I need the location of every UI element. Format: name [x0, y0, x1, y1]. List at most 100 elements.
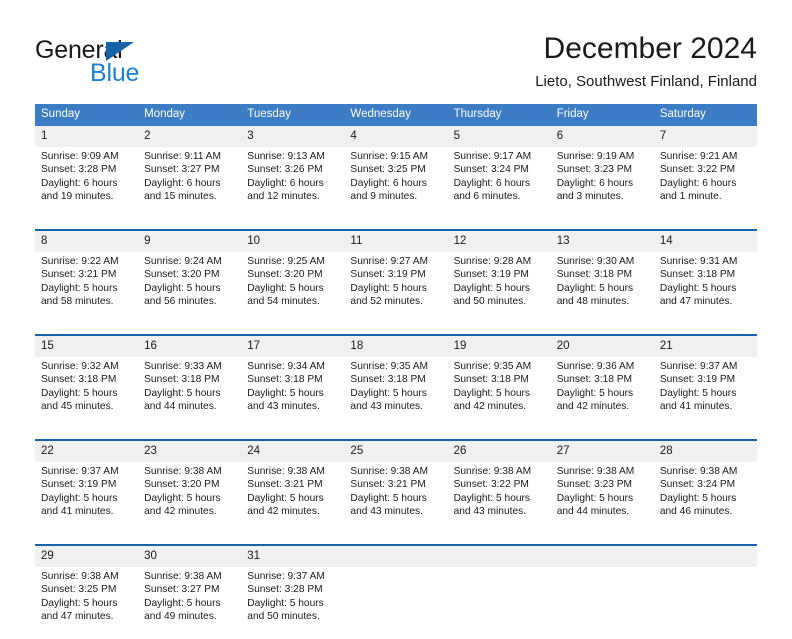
- week-spacer: [35, 534, 757, 544]
- sunrise-text: Sunrise: 9:22 AM: [41, 256, 119, 267]
- day-number[interactable]: 26: [447, 441, 551, 462]
- sunset-text: Sunset: 3:19 PM: [453, 269, 529, 281]
- day-number[interactable]: 15: [35, 336, 139, 357]
- day-number[interactable]: 1: [35, 126, 139, 147]
- day-cell[interactable]: Sunrise: 9:11 AM Sunset: 3:27 PM Dayligh…: [138, 147, 242, 219]
- daylight-text: Daylight: 5 hours and 43 minutes.: [350, 492, 427, 518]
- weekday-header-thursday: Thursday: [447, 104, 551, 126]
- sunset-text: Sunset: 3:23 PM: [556, 164, 633, 176]
- day-number[interactable]: 2: [138, 126, 242, 147]
- day-cell[interactable]: Sunrise: 9:21 AM Sunset: 3:22 PM Dayligh…: [653, 147, 757, 219]
- day-cell[interactable]: Sunrise: 9:19 AM Sunset: 3:23 PM Dayligh…: [550, 147, 654, 219]
- day-number[interactable]: 20: [550, 336, 654, 357]
- day-number[interactable]: 27: [550, 441, 654, 462]
- sunset-text: Sunset: 3:20 PM: [247, 269, 323, 281]
- day-cell[interactable]: Sunrise: 9:09 AM Sunset: 3:28 PM Dayligh…: [35, 147, 139, 219]
- day-number[interactable]: 31: [241, 546, 345, 567]
- page-header: General Blue December 2024 Lieto, Southw…: [0, 0, 792, 100]
- day-cell[interactable]: Sunrise: 9:30 AM Sunset: 3:18 PM Dayligh…: [550, 252, 654, 324]
- day-number[interactable]: 18: [344, 336, 448, 357]
- day-cell[interactable]: Sunrise: 9:28 AM Sunset: 3:19 PM Dayligh…: [447, 252, 551, 324]
- day-number[interactable]: 22: [35, 441, 139, 462]
- week-spacer-cell: [35, 324, 757, 334]
- day-cell[interactable]: Sunrise: 9:17 AM Sunset: 3:24 PM Dayligh…: [447, 147, 551, 219]
- week-1-day-number-row: 1 2 3 4 5 6 7: [35, 126, 757, 147]
- day-number[interactable]: 10: [241, 231, 345, 252]
- day-cell[interactable]: Sunrise: 9:37 AM Sunset: 3:19 PM Dayligh…: [653, 357, 757, 429]
- day-number[interactable]: 30: [138, 546, 242, 567]
- day-number[interactable]: 17: [241, 336, 345, 357]
- weekday-header-tuesday: Tuesday: [241, 104, 345, 126]
- sunset-text: Sunset: 3:20 PM: [144, 269, 220, 281]
- daylight-text: Daylight: 5 hours and 50 minutes.: [247, 597, 324, 623]
- day-number[interactable]: 24: [241, 441, 345, 462]
- day-cell[interactable]: Sunrise: 9:31 AM Sunset: 3:18 PM Dayligh…: [653, 252, 757, 324]
- daylight-text: Daylight: 5 hours and 43 minutes.: [247, 387, 324, 413]
- day-number[interactable]: 9: [138, 231, 242, 252]
- day-cell[interactable]: Sunrise: 9:33 AM Sunset: 3:18 PM Dayligh…: [138, 357, 242, 429]
- sunset-text: Sunset: 3:25 PM: [41, 584, 117, 596]
- day-number[interactable]: 12: [447, 231, 551, 252]
- day-cell[interactable]: Sunrise: 9:38 AM Sunset: 3:22 PM Dayligh…: [447, 462, 551, 534]
- day-cell[interactable]: Sunrise: 9:25 AM Sunset: 3:20 PM Dayligh…: [241, 252, 345, 324]
- day-cell[interactable]: Sunrise: 9:36 AM Sunset: 3:18 PM Dayligh…: [550, 357, 654, 429]
- day-number[interactable]: 16: [138, 336, 242, 357]
- day-number[interactable]: 8: [35, 231, 139, 252]
- daylight-text: Daylight: 5 hours and 44 minutes.: [556, 492, 634, 518]
- sunset-text: Sunset: 3:18 PM: [453, 374, 529, 386]
- weekday-header-saturday: Saturday: [653, 104, 757, 126]
- day-number[interactable]: 21: [653, 336, 757, 357]
- week-3-day-number-row: 15 16 17 18 19 20 21: [35, 336, 757, 357]
- day-cell[interactable]: Sunrise: 9:38 AM Sunset: 3:20 PM Dayligh…: [138, 462, 242, 534]
- daylight-text: Daylight: 6 hours and 3 minutes.: [556, 177, 634, 203]
- day-number[interactable]: 3: [241, 126, 345, 147]
- day-cell[interactable]: Sunrise: 9:34 AM Sunset: 3:18 PM Dayligh…: [241, 357, 345, 429]
- day-number[interactable]: 5: [447, 126, 551, 147]
- sunset-text: Sunset: 3:26 PM: [247, 164, 323, 176]
- sunrise-text: Sunrise: 9:33 AM: [144, 361, 222, 372]
- daylight-text: Daylight: 5 hours and 50 minutes.: [453, 282, 531, 308]
- daylight-text: Daylight: 5 hours and 41 minutes.: [41, 492, 118, 518]
- day-cell[interactable]: Sunrise: 9:35 AM Sunset: 3:18 PM Dayligh…: [344, 357, 448, 429]
- day-cell[interactable]: Sunrise: 9:22 AM Sunset: 3:21 PM Dayligh…: [35, 252, 139, 324]
- sunset-text: Sunset: 3:19 PM: [41, 479, 117, 491]
- day-cell[interactable]: Sunrise: 9:38 AM Sunset: 3:25 PM Dayligh…: [35, 567, 139, 639]
- day-number[interactable]: 11: [344, 231, 448, 252]
- sunrise-text: Sunrise: 9:09 AM: [41, 151, 119, 162]
- day-cell[interactable]: Sunrise: 9:13 AM Sunset: 3:26 PM Dayligh…: [241, 147, 345, 219]
- sunrise-text: Sunrise: 9:38 AM: [453, 466, 532, 477]
- day-cell[interactable]: Sunrise: 9:37 AM Sunset: 3:28 PM Dayligh…: [241, 567, 345, 639]
- week-spacer-cell: [35, 219, 757, 229]
- day-number[interactable]: 4: [344, 126, 448, 147]
- day-cell[interactable]: Sunrise: 9:27 AM Sunset: 3:19 PM Dayligh…: [344, 252, 448, 324]
- day-cell[interactable]: Sunrise: 9:32 AM Sunset: 3:18 PM Dayligh…: [35, 357, 139, 429]
- day-number[interactable]: 13: [550, 231, 654, 252]
- sunset-text: Sunset: 3:19 PM: [659, 374, 736, 386]
- day-cell[interactable]: Sunrise: 9:38 AM Sunset: 3:24 PM Dayligh…: [653, 462, 757, 534]
- sunrise-text: Sunrise: 9:28 AM: [453, 256, 532, 267]
- day-number[interactable]: 19: [447, 336, 551, 357]
- day-number[interactable]: 7: [653, 126, 757, 147]
- sunset-text: Sunset: 3:18 PM: [144, 374, 220, 386]
- day-cell[interactable]: Sunrise: 9:35 AM Sunset: 3:18 PM Dayligh…: [447, 357, 551, 429]
- day-number[interactable]: 23: [138, 441, 242, 462]
- daylight-text: Daylight: 5 hours and 43 minutes.: [453, 492, 531, 518]
- day-number[interactable]: 25: [344, 441, 448, 462]
- sunset-text: Sunset: 3:24 PM: [453, 164, 529, 176]
- day-cell[interactable]: Sunrise: 9:37 AM Sunset: 3:19 PM Dayligh…: [35, 462, 139, 534]
- sunrise-text: Sunrise: 9:38 AM: [41, 571, 119, 582]
- day-number[interactable]: 6: [550, 126, 654, 147]
- day-cell[interactable]: Sunrise: 9:15 AM Sunset: 3:25 PM Dayligh…: [344, 147, 448, 219]
- week-5-info-row: Sunrise: 9:38 AM Sunset: 3:25 PM Dayligh…: [35, 567, 757, 639]
- sunrise-text: Sunrise: 9:31 AM: [659, 256, 738, 267]
- day-number[interactable]: 28: [653, 441, 757, 462]
- day-cell[interactable]: Sunrise: 9:38 AM Sunset: 3:21 PM Dayligh…: [241, 462, 345, 534]
- day-number[interactable]: 29: [35, 546, 139, 567]
- day-cell-empty: [653, 567, 757, 639]
- day-cell[interactable]: Sunrise: 9:38 AM Sunset: 3:23 PM Dayligh…: [550, 462, 654, 534]
- day-cell[interactable]: Sunrise: 9:24 AM Sunset: 3:20 PM Dayligh…: [138, 252, 242, 324]
- day-number[interactable]: 14: [653, 231, 757, 252]
- day-cell[interactable]: Sunrise: 9:38 AM Sunset: 3:21 PM Dayligh…: [344, 462, 448, 534]
- day-cell-empty: [344, 567, 448, 639]
- day-cell[interactable]: Sunrise: 9:38 AM Sunset: 3:27 PM Dayligh…: [138, 567, 242, 639]
